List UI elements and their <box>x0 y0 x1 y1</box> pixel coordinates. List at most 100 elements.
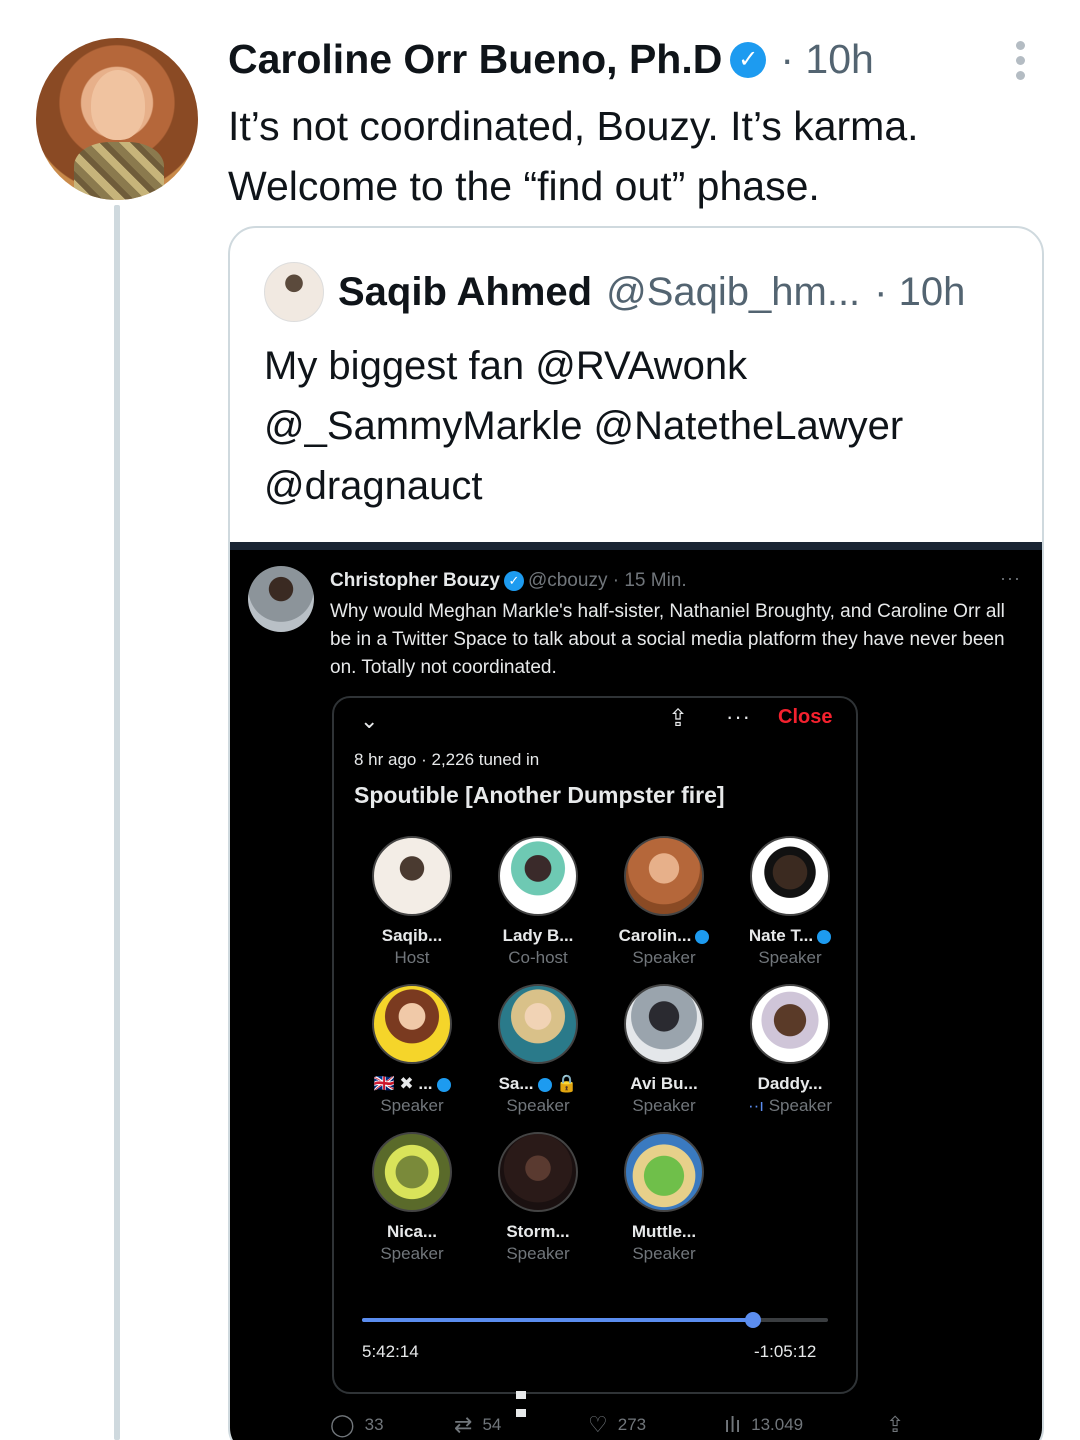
participant-role: Speaker <box>632 1096 696 1115</box>
participant-avatar <box>750 984 830 1064</box>
author-name[interactable]: Caroline Orr Bueno, Ph.D <box>228 36 722 83</box>
participant-name: Avi Bu... <box>630 1074 698 1093</box>
participant: Saqib... Host <box>352 836 472 968</box>
participant: Sa... 🔒 Speaker <box>478 984 598 1116</box>
participant: Nica... Speaker <box>352 1132 472 1264</box>
quote-text-line: My biggest fan @RVAwonk <box>264 344 748 388</box>
tweet-text-line: It’s not coordinated, Bouzy. It’s karma. <box>228 103 919 149</box>
participant: Storm... Speaker <box>478 1132 598 1264</box>
participant: Muttle... Speaker <box>604 1132 724 1264</box>
participant-avatar <box>372 984 452 1064</box>
participant-avatar <box>372 1132 452 1212</box>
participant-name: Muttle... <box>631 1222 697 1241</box>
share-icon: ⇪ <box>668 705 689 732</box>
participant-name: Storm... <box>506 1222 570 1241</box>
participant: Daddy... ··ı Speaker <box>730 984 850 1116</box>
verified-badge-icon <box>436 1077 451 1092</box>
verified-badge-icon: ✓ <box>730 41 767 78</box>
participant-name: Saqib... <box>381 926 443 945</box>
page-indicator <box>516 1386 546 1417</box>
participant-name-text: Sa... <box>498 1074 534 1093</box>
progress-bar <box>362 1312 828 1328</box>
more-options-icon[interactable] <box>1010 38 1030 80</box>
participant: Lady B... Co-host <box>478 836 598 968</box>
embedded-handle: @cbouzy · 15 Min. <box>527 570 687 591</box>
quote-avatar[interactable] <box>264 262 324 322</box>
quote-text-line: @dragnauct <box>264 464 483 508</box>
participant-role: Host <box>394 948 430 967</box>
participant-avatar <box>624 984 704 1064</box>
embedded-action-bar: ◯ 33 ⇄ 54 ♡ 273 ılı 13.049 ⇪ <box>330 1412 1030 1440</box>
views-icon: ılı <box>724 1412 742 1437</box>
participant-name: Lady B... <box>502 926 574 945</box>
quote-media-screenshot[interactable]: Christopher Bouzy ✓ @cbouzy · 15 Min. ··· … <box>230 542 1042 1440</box>
quote-author-name: Saqib Ahmed <box>338 269 593 314</box>
participant-avatar <box>372 836 452 916</box>
like-action: ♡ 273 <box>588 1412 646 1438</box>
heart-icon: ♡ <box>588 1412 608 1437</box>
participant-name: 🇬🇧 ✖ ... <box>352 1074 472 1094</box>
participant-role: Speaker <box>380 1244 444 1263</box>
participant: Carolin... Speaker <box>604 836 724 968</box>
reply-icon: ◯ <box>330 1412 355 1437</box>
participant-role: Speaker <box>632 1244 696 1263</box>
space-meta: 8 hr ago · 2,226 tuned in <box>354 750 540 769</box>
verified-badge-icon <box>817 929 832 944</box>
participant-avatar <box>498 1132 578 1212</box>
more-icon: ··· <box>726 704 751 729</box>
progress-fill <box>362 1318 754 1322</box>
participant-role: Speaker <box>506 1244 570 1263</box>
participant-avatar <box>498 836 578 916</box>
participant-name: Nica... <box>386 1222 438 1241</box>
participant-role: Speaker <box>506 1096 570 1115</box>
quote-header: Saqib Ahmed @Saqib_hm... · 10h <box>264 262 965 322</box>
retweet-icon: ⇄ <box>454 1412 473 1437</box>
quote-handle: @Saqib_hm... <box>606 269 861 314</box>
elapsed-time: 5:42:14 <box>362 1342 419 1361</box>
participant: Nate T... Speaker <box>730 836 850 968</box>
thread-line <box>114 205 120 1440</box>
lock-icon: 🔒 <box>551 1074 578 1093</box>
participant-name-text: Nate T... <box>748 926 814 945</box>
embedded-header: Christopher Bouzy ✓ @cbouzy · 15 Min. <box>330 570 687 592</box>
remaining-time: -1:05:12 <box>754 1342 817 1361</box>
tweet-header: Caroline Orr Bueno, Ph.D ✓ · 10h <box>228 36 874 83</box>
participant-name: Carolin... <box>604 926 724 946</box>
avatar-scarf <box>74 142 164 200</box>
share-icon: ⇪ <box>886 1412 905 1437</box>
embedded-author-name: Christopher Bouzy <box>330 570 500 591</box>
speaking-icon: ··ı <box>747 1096 769 1115</box>
verified-badge-icon <box>695 929 710 944</box>
participant-name-text: 🇬🇧 ✖ ... <box>373 1074 433 1093</box>
embedded-text: Why would Meghan Markle's half-sister, N… <box>330 601 1005 678</box>
tweet-text: It’s not coordinated, Bouzy. It’s karma.… <box>228 96 1048 216</box>
participant-avatar <box>624 836 704 916</box>
quoted-tweet[interactable]: Saqib Ahmed @Saqib_hm... · 10h My bigges… <box>228 226 1044 1440</box>
participant-role: Speaker <box>380 1096 444 1115</box>
participant-name-text: Carolin... <box>618 926 692 945</box>
participant-name: Sa... 🔒 <box>478 1074 598 1094</box>
quote-text-line: @_SammyMarkle @NatetheLawyer <box>264 404 904 448</box>
retweet-action: ⇄ 54 <box>454 1412 501 1438</box>
participant-role: Speaker <box>758 948 822 967</box>
participant-avatar <box>750 836 830 916</box>
like-count: 273 <box>617 1415 647 1434</box>
avatar[interactable] <box>36 38 198 200</box>
quote-text: My biggest fan @RVAwonk @_SammyMarkle @N… <box>264 336 1024 516</box>
embedded-avatar <box>248 566 314 632</box>
participant-name: Daddy... <box>757 1074 823 1093</box>
tweet-time[interactable]: · 10h <box>780 36 873 83</box>
participant-avatar <box>624 1132 704 1212</box>
more-icon: ··· <box>1000 568 1021 588</box>
participant-role: ··ı Speaker <box>730 1096 850 1116</box>
participant-name: Nate T... <box>730 926 850 946</box>
participant: Avi Bu... Speaker <box>604 984 724 1116</box>
space-card: ⌄ ⇪ ··· Close 8 hr ago · 2,226 tuned in … <box>332 696 858 1417</box>
reply-action: ◯ 33 <box>330 1412 384 1438</box>
close-label: Close <box>778 706 833 728</box>
avatar-face <box>91 70 145 140</box>
reply-count: 33 <box>364 1415 384 1434</box>
participant: 🇬🇧 ✖ ... Speaker <box>352 984 472 1116</box>
verified-badge-icon <box>537 1077 552 1092</box>
participant-role: Speaker <box>632 948 696 967</box>
